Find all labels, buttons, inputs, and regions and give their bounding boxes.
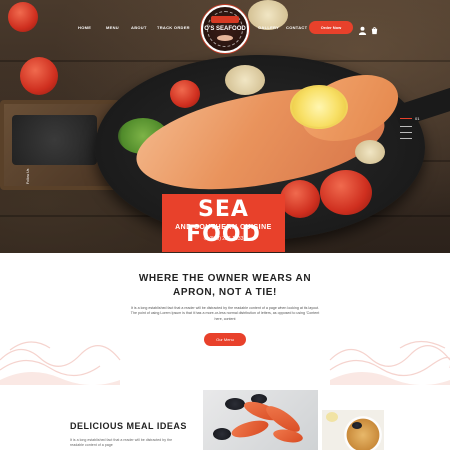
- tomato-image: [170, 80, 200, 108]
- meal-ideas-description: It is a long established fact that a rea…: [70, 438, 173, 447]
- about-title: WHERE THE OWNER WEARS AN APRON, NOT A TI…: [100, 272, 350, 300]
- mussel-image: [213, 428, 231, 440]
- seafood-pasta-image[interactable]: [322, 410, 384, 450]
- skillet-handle: [393, 84, 450, 128]
- our-menu-button[interactable]: Our Menu: [204, 333, 246, 346]
- slide-indicator[interactable]: [400, 138, 412, 139]
- hero-banner: SEA FOOD AND SOUTHERN CUISINE ✆ (800) 22…: [162, 194, 285, 252]
- nav-about[interactable]: ABOUT: [131, 25, 147, 30]
- about-title-line: APRON, NOT A TIE!: [173, 287, 277, 298]
- nav-home[interactable]: HOME: [78, 25, 91, 30]
- user-icon[interactable]: [358, 22, 367, 35]
- fish-icon: [217, 35, 233, 41]
- about-title-line: WHERE THE OWNER WEARS AN: [138, 273, 312, 284]
- garlic-image: [225, 65, 265, 95]
- slide-indicator[interactable]: [400, 126, 412, 127]
- pasta-bowl: [344, 416, 382, 450]
- meal-ideas-title: DELICIOUS MEAL IDEAS: [70, 421, 187, 431]
- seafood-platter-image[interactable]: [203, 390, 318, 450]
- slide-number: 01: [415, 116, 420, 121]
- about-description: It is a long established fact that a rea…: [130, 306, 320, 321]
- lemon-slice-image: [290, 85, 348, 129]
- garlic-image: [355, 140, 385, 164]
- logo[interactable]: O'S SEAFOOD: [201, 5, 249, 53]
- lemon-image: [326, 412, 338, 422]
- order-now-button[interactable]: Order Now: [309, 21, 353, 34]
- peppercorns: [12, 115, 97, 165]
- nav-menu[interactable]: MENU: [106, 25, 119, 30]
- shrimp-image: [229, 417, 271, 441]
- logo-ribbon: [211, 16, 239, 23]
- tomato-image: [280, 180, 320, 218]
- cart-icon[interactable]: [370, 22, 379, 35]
- banner-subtitle: AND SOUTHERN CUISINE: [175, 224, 272, 231]
- phone-number: (800) 222-1333: [209, 236, 244, 242]
- nav-gallery[interactable]: GALLERY: [258, 25, 279, 30]
- mussel-image: [352, 422, 362, 429]
- nav-track-order[interactable]: TRACK ORDER: [157, 25, 190, 30]
- tomato-image: [320, 170, 372, 215]
- banner-phone[interactable]: ✆ (800) 222-1333: [162, 236, 285, 242]
- logo-text: O'S SEAFOOD: [204, 26, 246, 32]
- tomato-image: [20, 57, 58, 95]
- nav-contact[interactable]: CONTACT: [286, 25, 307, 30]
- follow-us-label[interactable]: Follow Us: [26, 169, 30, 184]
- slide-indicator[interactable]: [400, 132, 412, 133]
- slide-indicator-active[interactable]: [400, 118, 412, 119]
- mussel-image: [225, 398, 245, 410]
